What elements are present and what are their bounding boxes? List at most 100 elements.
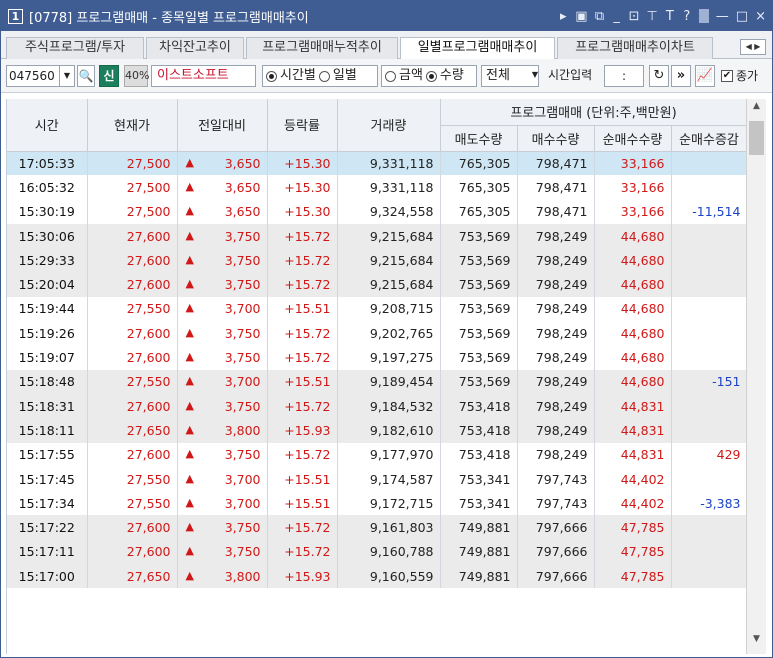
table-row[interactable]: 15:17:22 27,600 ▲ 3,750 +15.72 9,161,803 749,8… [7,515,746,540]
margin-rate-badge: 40% [124,65,149,87]
radio-quantity[interactable] [425,70,437,82]
scroll-down-icon[interactable]: ▼ [747,634,766,652]
cell-volume: 9,197,275 [337,345,441,370]
cell-volume: 9,172,715 [337,491,441,516]
cell-time: 16:05:32 [7,175,88,200]
cell-volume: 9,177,970 [337,442,441,467]
cell-buy-qty: 797,666 [517,539,595,565]
minimize-small-icon[interactable]: _ [612,9,622,24]
period-radio-group: 시간별 일별 [262,65,378,87]
cell-net-delta [671,466,746,492]
pin-icon[interactable]: ⊤ [646,9,657,24]
table-row[interactable]: 15:19:26 27,600 ▲ 3,750 +15.72 9,202,765 753,5… [7,321,746,346]
cell-price: 27,550 [87,369,178,394]
table-row[interactable]: 15:29:33 27,600 ▲ 3,750 +15.72 9,215,684 753,5… [7,248,746,273]
radio-daily[interactable] [318,70,330,82]
vertical-scrollbar[interactable]: ▲ ▼ [746,99,766,654]
help-icon[interactable]: ? [682,9,692,24]
tab-program-trend-chart[interactable]: 프로그램매매추이차트 [557,37,713,59]
scroll-thumb[interactable] [749,121,764,155]
col-header-time[interactable]: 시간 [7,99,88,152]
cell-change: ▲ 3,700 [177,369,268,394]
radio-timely-label[interactable]: 시간별 [280,66,316,86]
table-row[interactable]: 15:18:48 27,550 ▲ 3,700 +15.51 9,189,454 753,5… [7,369,746,394]
cell-time: 15:17:00 [7,564,88,589]
table-row[interactable]: 15:30:06 27,600 ▲ 3,750 +15.72 9,215,684 753,5… [7,223,746,249]
cell-rate: +15.72 [267,442,338,467]
table-row[interactable]: 15:17:55 27,600 ▲ 3,750 +15.72 9,177,970 753,4… [7,442,746,467]
cell-rate: +15.51 [267,296,338,322]
minimize-icon[interactable]: — [716,9,729,24]
closing-price-check-icon[interactable]: ✔ [721,70,733,82]
radio-quantity-label[interactable]: 수량 [440,66,464,86]
scope-dropdown-icon[interactable]: ▼ [529,65,541,87]
table-row[interactable]: 15:17:45 27,550 ▲ 3,700 +15.51 9,174,587 753,3… [7,466,746,492]
radio-amount-label[interactable]: 금액 [399,66,423,86]
cell-price: 27,600 [87,345,178,370]
closing-price-label[interactable]: 종가 [736,66,758,86]
col-header-buy-qty[interactable]: 매수수량 [517,125,595,152]
table-row[interactable]: 15:17:34 27,550 ▲ 3,700 +15.51 9,172,715 753,3… [7,491,746,516]
title-bar[interactable]: 1 [0778] 프로그램매매 - 종목일별 프로그램매매추이 ▸ ▣ ⧉ _ … [1,1,772,31]
up-arrow-icon: ▲ [185,277,194,291]
cell-change: ▲ 3,750 [177,223,268,249]
search-icon[interactable]: 🔍 [77,65,95,87]
cell-net-qty: 44,402 [594,466,672,492]
table-row[interactable]: 15:18:11 27,650 ▲ 3,800 +15.93 9,182,610 753,4… [7,418,746,443]
table-row[interactable]: 15:17:00 27,650 ▲ 3,800 +15.93 9,160,559 749,8… [7,564,746,589]
col-header-change[interactable]: 전일대비 [177,99,268,152]
table-row[interactable]: 15:20:04 27,600 ▲ 3,750 +15.72 9,215,684 753,5… [7,272,746,297]
col-header-sell-qty[interactable]: 매도수량 [440,125,518,152]
col-header-net-qty[interactable]: 순매수수량 [594,125,672,152]
stock-code-dropdown-icon[interactable]: ▼ [60,65,75,87]
window-number-badge: 1 [8,8,23,24]
col-header-volume[interactable]: 거래량 [337,99,441,152]
closing-price-checkbox[interactable]: ✔ 종가 [721,65,758,87]
chart-icon[interactable]: 📈 [695,65,715,87]
table-row[interactable]: 15:19:07 27,600 ▲ 3,750 +15.72 9,197,275 753,5… [7,345,746,370]
table-row[interactable]: 15:19:44 27,550 ▲ 3,700 +15.51 9,208,715 753,5… [7,296,746,322]
col-header-price[interactable]: 현재가 [87,99,178,152]
cell-buy-qty: 798,471 [517,151,595,176]
tab-scroll-arrows[interactable]: ◀ ▶ [740,39,766,55]
restore-icon[interactable]: ⊡ [629,9,640,24]
col-header-net-delta[interactable]: 순매수증감 [671,125,746,152]
table-row[interactable]: 16:05:32 27,500 ▲ 3,650 +15.30 9,331,118 765,3… [7,175,746,200]
time-input[interactable]: : [604,65,644,87]
tab-arbitrage-balance[interactable]: 차익잔고추이 [146,37,244,59]
radio-timely[interactable] [266,70,277,82]
table-row[interactable]: 17:05:33 27,500 ▲ 3,650 +15.30 9,331,118 765,3… [7,151,746,176]
cell-net-delta [671,418,746,443]
radio-daily-label[interactable]: 일별 [333,66,357,86]
table-row[interactable]: 15:17:11 27,600 ▲ 3,750 +15.72 9,160,788 749,8… [7,539,746,565]
tab-program-cumulative[interactable]: 프로그램매매누적추이 [246,37,398,59]
refresh-icon[interactable]: ↻ [649,65,669,87]
table-row[interactable]: 15:18:31 27,600 ▲ 3,750 +15.72 9,184,532 753,4… [7,393,746,419]
font-size-icon[interactable]: T [665,9,675,24]
tab-stock-program-investor[interactable]: 주식프로그램/투자 [6,37,144,59]
cell-volume: 9,208,715 [337,296,441,322]
maximize-icon[interactable]: □ [736,9,748,24]
cell-price: 27,500 [87,151,178,176]
program-trading-grid[interactable]: 시간 현재가 전일대비 등락률 거래량 프로그램매매 (단위:주,백만원) 매도… [6,99,746,654]
up-arrow-icon: ▲ [185,568,194,582]
cascade-icon[interactable]: ⧉ [595,9,605,24]
change-value: 3,750 [224,520,261,536]
scroll-up-icon[interactable]: ▲ [747,101,766,119]
close-icon[interactable]: × [755,9,766,24]
tab-daily-program-trend[interactable]: 일별프로그램매매추이 [400,37,555,60]
up-arrow-icon: ▲ [185,350,194,364]
cell-rate: +15.93 [267,418,338,443]
radio-amount[interactable] [385,70,396,82]
col-header-rate[interactable]: 등락률 [267,99,338,152]
screen-icon[interactable]: ▣ [575,9,587,24]
stock-code-input[interactable]: 047560 [6,65,60,87]
next-page-icon[interactable]: » [671,65,691,87]
stock-name-field[interactable]: 이스트소프트 [151,65,256,87]
cell-net-qty: 44,402 [594,491,672,516]
table-row[interactable]: 15:30:19 27,500 ▲ 3,650 +15.30 9,324,558 765,3… [7,199,746,224]
cell-buy-qty: 798,471 [517,199,595,224]
cell-net-qty: 44,680 [594,321,672,346]
cell-buy-qty: 798,249 [517,272,595,297]
link-arrow-icon[interactable]: ▸ [558,9,568,24]
